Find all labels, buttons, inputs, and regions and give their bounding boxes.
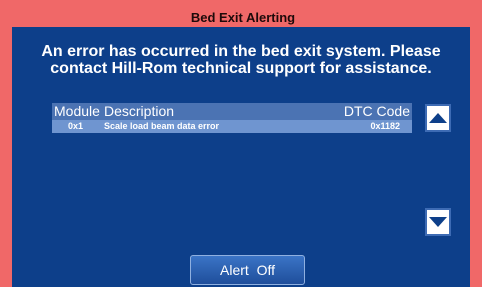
- cell-dtc-code: 0x1182: [370, 121, 400, 131]
- scroll-down-button[interactable]: [425, 208, 451, 236]
- error-panel: An error has occurred in the bed exit sy…: [12, 27, 470, 287]
- alert-off-button[interactable]: Alert Off: [190, 255, 305, 285]
- error-message-line-2: contact Hill-Rom technical support for a…: [50, 60, 432, 77]
- error-message-line-1: An error has occurred in the bed exit sy…: [41, 43, 441, 60]
- table-header: Module Description DTC Code: [52, 103, 412, 120]
- window-frame: Bed Exit Alerting An error has occurred …: [0, 0, 482, 287]
- triangle-up-icon: [429, 113, 447, 123]
- alert-button-label: Alert: [220, 262, 249, 278]
- scroll-up-button[interactable]: [425, 104, 451, 132]
- triangle-down-icon: [429, 217, 447, 227]
- header-description: Description: [104, 103, 175, 119]
- cell-module: 0x1: [68, 121, 84, 131]
- alert-button-state: Off: [256, 262, 275, 278]
- cell-description: Scale load beam data error: [104, 121, 220, 131]
- error-message: An error has occurred in the bed exit sy…: [22, 43, 460, 77]
- header-dtc-code: DTC Code: [343, 103, 410, 119]
- window-title: Bed Exit Alerting: [190, 10, 296, 25]
- table-row[interactable]: 0x1 Scale load beam data error 0x1182: [52, 120, 412, 133]
- error-table: Module Description DTC Code 0x1 Scale lo…: [52, 103, 412, 133]
- header-module: Module: [54, 103, 100, 119]
